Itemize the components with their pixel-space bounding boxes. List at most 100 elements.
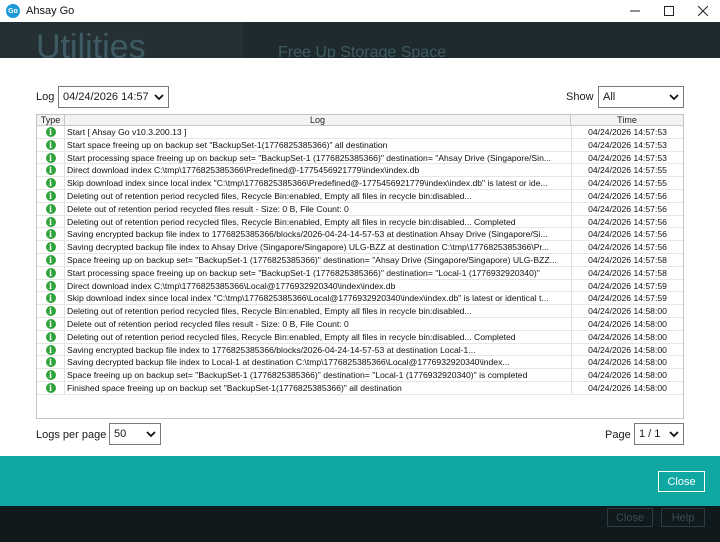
table-row[interactable]: i Delete out of retention period recycled…	[37, 317, 683, 331]
row-type-cell: i	[37, 253, 65, 266]
table-row[interactable]: i Direct download index C:\tmp\1776825385…	[37, 164, 683, 178]
table-row[interactable]: i Skip download index since local index "…	[37, 292, 683, 306]
table-row[interactable]: i Start processing space freeing up on ba…	[37, 151, 683, 165]
row-log-cell: Delete out of retention period recycled …	[67, 318, 349, 329]
row-log-cell: Skip download index since local index "C…	[67, 178, 548, 189]
logs-per-page-value: 50	[114, 428, 127, 440]
row-log-cell: Deleting out of retention period recycle…	[67, 331, 516, 342]
info-icon: i	[45, 203, 56, 214]
table-row[interactable]: i Saving encrypted backup file index to 1…	[37, 228, 683, 242]
row-time-cell: 04/24/2026 14:57:58	[571, 253, 683, 266]
row-time-cell: 04/24/2026 14:57:56	[571, 228, 683, 241]
minimize-icon	[630, 10, 640, 12]
info-icon: i	[45, 139, 56, 150]
row-log-cell: Direct download index C:\tmp\17768253853…	[67, 280, 396, 291]
row-time-cell: 04/24/2026 14:57:59	[571, 279, 683, 292]
row-log-cell: Delete out of retention period recycled …	[67, 203, 349, 214]
row-log-cell: Start processing space freeing up on bac…	[67, 152, 552, 163]
page-select[interactable]: 1 / 1	[634, 423, 684, 445]
row-log-cell: Saving decrypted backup file index to Ah…	[67, 242, 550, 253]
table-row[interactable]: i Start processing space freeing up on ba…	[37, 266, 683, 280]
log-label: Log	[36, 91, 55, 103]
table-row[interactable]: i Skip download index since local index "…	[37, 177, 683, 190]
table-row[interactable]: i Deleting out of retention period recycl…	[37, 215, 683, 229]
row-type-cell: i	[37, 279, 65, 292]
row-time-cell: 04/24/2026 14:58:00	[571, 317, 683, 330]
show-filter-value: All	[603, 91, 616, 103]
minimize-button[interactable]	[618, 0, 652, 22]
row-log-cell: Deleting out of retention period recycle…	[67, 306, 472, 317]
info-icon: i	[45, 229, 56, 240]
info-icon: i	[45, 152, 56, 163]
row-log-cell: Deleting out of retention period recycle…	[67, 216, 516, 227]
row-type-cell: i	[37, 202, 65, 215]
chevron-down-icon	[669, 92, 679, 102]
table-row[interactable]: i Space freeing up on backup set= "Backup…	[37, 369, 683, 382]
row-type-cell: i	[37, 241, 65, 254]
row-log-cell: Start [ Ahsay Go v10.3.200.13 ]	[67, 127, 187, 137]
info-icon: i	[45, 216, 56, 227]
column-header-type[interactable]: Type	[37, 115, 65, 126]
row-type-cell: i	[37, 356, 65, 369]
ahsay-go-app-icon: Go	[6, 4, 20, 18]
row-log-cell: Space freeing up on backup set= "BackupS…	[67, 370, 528, 381]
table-row[interactable]: i Delete out of retention period recycled…	[37, 202, 683, 216]
info-icon: i	[45, 280, 56, 291]
show-filter-select[interactable]: All	[598, 86, 684, 108]
table-row[interactable]: i Saving decrypted backup file index to A…	[37, 241, 683, 254]
info-icon: i	[45, 331, 56, 342]
table-row[interactable]: i Direct download index C:\tmp\1776825385…	[37, 279, 683, 293]
table-row[interactable]: i Start [ Ahsay Go v10.3.200.13 ] 04/24/20…	[37, 126, 683, 139]
info-icon: i	[45, 190, 56, 201]
row-time-cell: 04/24/2026 14:57:58	[571, 266, 683, 279]
row-time-cell: 04/24/2026 14:58:00	[571, 330, 683, 343]
chevron-down-icon	[146, 429, 156, 439]
maximize-icon	[664, 6, 674, 16]
chevron-down-icon	[154, 92, 164, 102]
info-icon: i	[45, 254, 56, 265]
chevron-down-icon	[669, 429, 679, 439]
row-log-cell: Finished space freeing up on backup set …	[67, 382, 402, 393]
row-type-cell: i	[37, 138, 65, 151]
row-type-cell: i	[37, 369, 65, 382]
row-time-cell: 04/24/2026 14:57:55	[571, 164, 683, 177]
row-time-cell: 04/24/2026 14:58:00	[571, 381, 683, 394]
table-row[interactable]: i Deleting out of retention period recycl…	[37, 305, 683, 318]
info-icon: i	[45, 267, 56, 278]
table-row[interactable]: i Finished space freeing up on backup set…	[37, 381, 683, 395]
row-type-cell: i	[37, 317, 65, 330]
row-log-cell: Space freeing up on backup set= "BackupS…	[67, 254, 557, 265]
close-icon	[698, 6, 708, 16]
table-row[interactable]: i Deleting out of retention period recycl…	[37, 189, 683, 203]
close-button[interactable]: Close	[658, 471, 705, 492]
row-time-cell: 04/24/2026 14:57:55	[571, 177, 683, 190]
info-icon: i	[45, 306, 56, 317]
table-row[interactable]: i Space freeing up on backup set= "Backup…	[37, 253, 683, 267]
close-window-button[interactable]	[686, 0, 720, 22]
info-icon: i	[45, 357, 56, 368]
log-date-select[interactable]: 04/24/2026 14:57	[58, 86, 169, 108]
row-time-cell: 04/24/2026 14:57:59	[571, 292, 683, 305]
row-time-cell: 04/24/2026 14:57:56	[571, 215, 683, 228]
column-header-log[interactable]: Log	[65, 115, 571, 126]
show-label: Show	[566, 91, 594, 103]
table-row[interactable]: i Deleting out of retention period recycl…	[37, 330, 683, 344]
window-controls	[618, 0, 720, 22]
logs-per-page-select[interactable]: 50	[109, 423, 161, 445]
row-type-cell: i	[37, 189, 65, 202]
maximize-button[interactable]	[652, 0, 686, 22]
row-type-cell: i	[37, 126, 65, 138]
column-header-time[interactable]: Time	[571, 115, 683, 126]
info-icon: i	[45, 165, 56, 176]
table-body: i Start [ Ahsay Go v10.3.200.13 ] 04/24/20…	[37, 126, 683, 395]
table-row[interactable]: i Start space freeing up on backup set "B…	[37, 138, 683, 152]
info-icon: i	[45, 318, 56, 329]
row-time-cell: 04/24/2026 14:57:53	[571, 151, 683, 164]
table-row[interactable]: i Saving encrypted backup file index to 1…	[37, 343, 683, 357]
table-row[interactable]: i Saving decrypted backup file index to L…	[37, 356, 683, 370]
logs-per-page-label: Logs per page	[36, 429, 107, 441]
row-type-cell: i	[37, 215, 65, 228]
row-type-cell: i	[37, 330, 65, 343]
row-log-cell: Start processing space freeing up on bac…	[67, 267, 540, 278]
page-value: 1 / 1	[639, 428, 661, 440]
